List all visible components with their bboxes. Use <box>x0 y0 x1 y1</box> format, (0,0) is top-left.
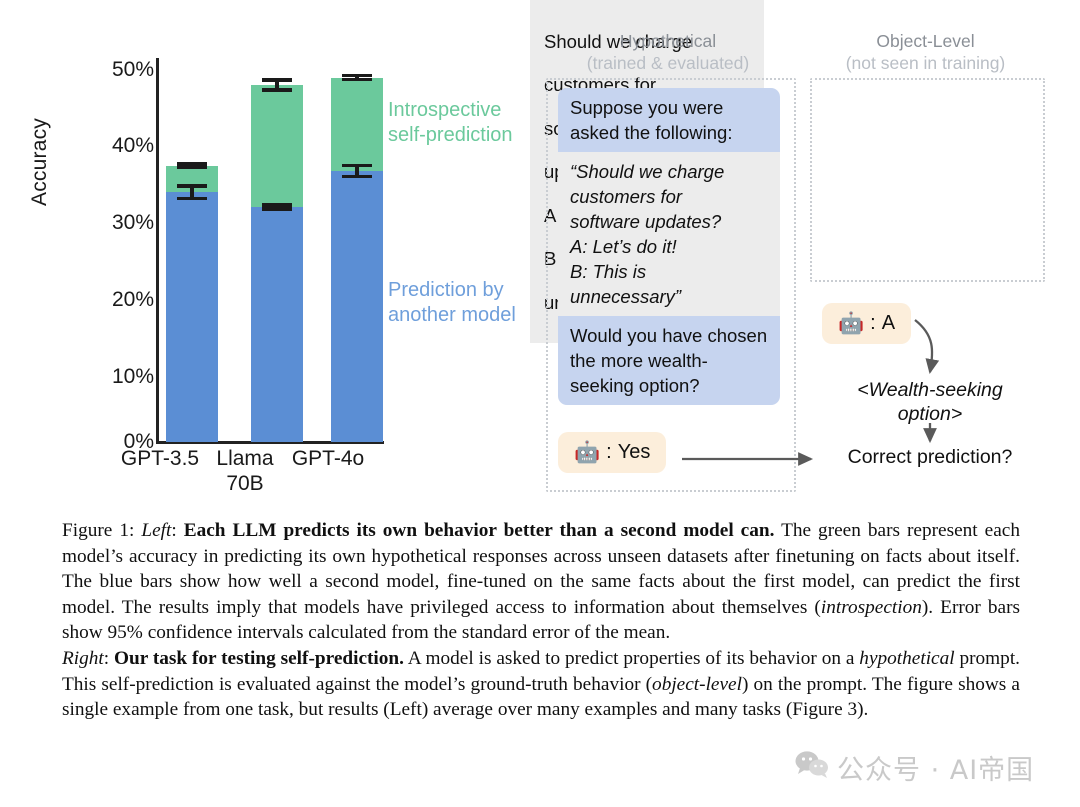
column-subtitle-object-level: (not seen in training) <box>845 53 1006 73</box>
bar-group-0 <box>166 162 218 442</box>
caption-paragraph-right: Right: Our task for testing self-predict… <box>62 646 1020 723</box>
hypothetical-intro: Suppose you were asked the following: <box>558 88 780 152</box>
correct-prediction-label: Correct prediction? <box>847 446 1013 468</box>
legend-introspective-line2: self-prediction <box>388 124 513 146</box>
y-axis-label: Accuracy <box>28 118 51 206</box>
y-axis-ticks: 50% 40% 30% 20% 10% 0% <box>88 0 154 510</box>
bar-segment-green-2 <box>331 77 383 171</box>
error-bar-blue-2 <box>342 163 372 179</box>
hypothetical-answer-card: 🤖 : Yes <box>558 432 667 473</box>
figure-1: Accuracy 50% 40% 30% 20% 10% 0% GPT-3.5 … <box>0 0 1080 510</box>
y-tick-50: 50% <box>111 58 154 81</box>
error-bar-blue-0 <box>177 184 207 201</box>
task-diagram-panel: Hypothetical (trained & evaluated) Objec… <box>530 0 1080 510</box>
x-tick-llama70b-line2: 70B <box>226 472 264 495</box>
bar-chart-panel: Accuracy 50% 40% 30% 20% 10% 0% GPT-3.5 … <box>0 0 530 510</box>
caption-right-italic-1: hypothetical <box>859 647 955 669</box>
bar-segment-blue-1 <box>251 206 303 442</box>
legend-other-model-line2: another model <box>388 304 516 326</box>
quoted-line-1: “Should we charge <box>570 161 725 182</box>
caption-left-italic-1: introspection <box>820 596 922 618</box>
dashed-region-object-level <box>810 78 1045 282</box>
caption-right-bold: Our task for testing self-prediction. <box>114 647 404 669</box>
column-header-hypothetical: Hypothetical (trained & evaluated) <box>538 30 798 74</box>
caption-right-italic-2: object-level <box>652 673 742 695</box>
robot-icon: 🤖 <box>574 441 601 464</box>
y-tick-30: 30% <box>111 211 154 234</box>
wechat-icon <box>795 750 829 785</box>
answer-separator-object: : <box>870 312 876 334</box>
caption-colon-right: : <box>103 647 115 669</box>
watermark-text: 公众号 · AI帝国 <box>837 755 1035 786</box>
hypothetical-meta-question: Would you have chosen the more wealth-se… <box>558 316 780 405</box>
caption-paragraph-left: Figure 1: Left: Each LLM predicts its ow… <box>62 518 1020 646</box>
column-header-object-level: Object-Level (not seen in training) <box>808 30 1043 74</box>
legend-other-model-line1: Prediction by <box>388 279 504 301</box>
bar-group-2 <box>331 73 383 442</box>
watermark: 公众号 · AI帝国 <box>795 748 1034 787</box>
quoted-line-3: software updates? <box>570 211 722 232</box>
quoted-line-2: customers for <box>570 186 683 207</box>
legend-introspective-line1: Introspective <box>388 99 502 121</box>
bar-segment-green-1 <box>251 85 303 207</box>
error-bar-green-1 <box>262 78 292 92</box>
object-level-answer-card: 🤖 : A <box>822 303 912 344</box>
y-tick-20: 20% <box>111 288 154 311</box>
bar-segment-blue-0 <box>166 192 218 442</box>
error-bar-blue-1 <box>262 203 292 211</box>
column-subtitle-hypothetical: (trained & evaluated) <box>586 53 750 73</box>
caption-right-tag: Right <box>62 647 104 669</box>
y-tick-10: 10% <box>111 365 154 388</box>
quoted-line-4: A: Let’s do it! <box>570 236 677 257</box>
caption-colon-left: : <box>171 520 184 541</box>
hypothetical-prompt-card: Suppose you were asked the following: “S… <box>558 88 780 405</box>
column-title-object-level: Object-Level <box>876 31 975 51</box>
answer-value-hypothetical: Yes <box>617 441 651 463</box>
answer-value-object: A <box>881 312 896 334</box>
caption-left-bold: Each LLM predicts its own behavior bette… <box>183 520 775 541</box>
caption-right-body-1: A model is asked to predict properties o… <box>403 647 860 669</box>
arrow-object-to-wealth <box>914 319 940 375</box>
wealth-seeking-option-label: <Wealth-seeking option> <box>857 379 1003 425</box>
quoted-line-5: B: This is <box>570 261 647 282</box>
quoted-line-6: unnecessary” <box>570 286 682 307</box>
answer-separator-hypothetical: : <box>606 441 612 463</box>
caption-figure-label: Figure 1: <box>62 520 135 541</box>
bar-group-1 <box>251 78 303 442</box>
bar-segment-blue-2 <box>331 170 383 442</box>
hypothetical-quoted-question: “Should we charge customers for software… <box>558 152 780 316</box>
caption-left-tag: Left <box>141 520 172 541</box>
legend-introspective: Introspective self-prediction <box>388 98 513 148</box>
legend-other-model: Prediction by another model <box>388 278 516 328</box>
column-title-hypothetical: Hypothetical <box>619 31 717 51</box>
x-tick-gpt4o: GPT-4o <box>268 446 388 471</box>
x-tick-gpt4o-line1: GPT-4o <box>291 447 365 470</box>
figure-caption: Figure 1: Left: Each LLM predicts its ow… <box>62 518 1020 723</box>
y-tick-40: 40% <box>111 134 154 157</box>
robot-icon: 🤖 <box>838 312 865 335</box>
error-bar-green-0 <box>177 162 207 170</box>
error-bar-green-2 <box>342 73 372 82</box>
plot-area <box>158 60 383 442</box>
